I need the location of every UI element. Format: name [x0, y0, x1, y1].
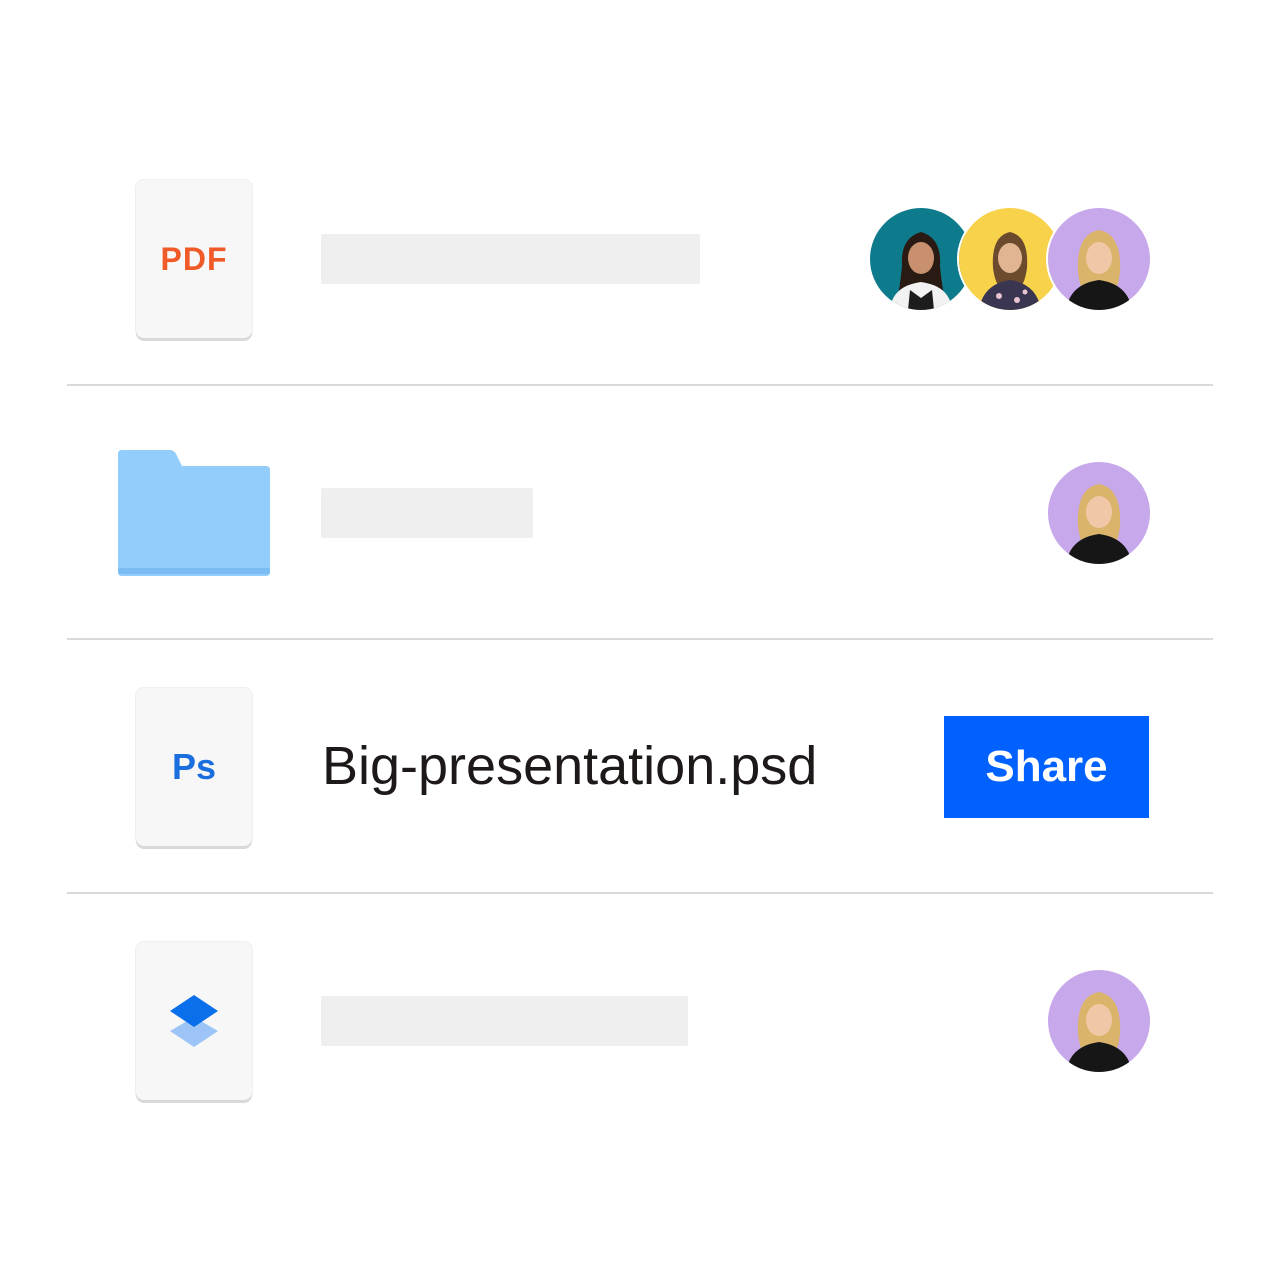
- avatar-lavender[interactable]: [1048, 970, 1150, 1072]
- file-row-layers[interactable]: [0, 894, 1280, 1148]
- avatar-lavender[interactable]: [1048, 462, 1150, 564]
- file-name[interactable]: Big-presentation.psd: [322, 736, 817, 796]
- avatar-yellow[interactable]: [959, 208, 1061, 310]
- layers-file-icon: [136, 942, 252, 1100]
- file-row-pdf[interactable]: PDF: [0, 132, 1280, 386]
- photoshop-file-label: Ps: [171, 746, 217, 787]
- avatar-lavender[interactable]: [1048, 208, 1150, 310]
- file-name-placeholder: [321, 234, 700, 284]
- photoshop-file-icon: Ps: [136, 688, 252, 846]
- pdf-file-icon: PDF: [136, 180, 252, 338]
- file-name-placeholder: [321, 996, 688, 1046]
- shared-avatars[interactable]: [1048, 970, 1150, 1072]
- file-row-folder[interactable]: [0, 386, 1280, 640]
- shared-avatars[interactable]: [1048, 462, 1150, 564]
- shared-avatars[interactable]: [870, 208, 1150, 310]
- layers-icon: [170, 995, 218, 1047]
- folder-icon: [118, 450, 270, 576]
- avatar-teal[interactable]: [870, 208, 972, 310]
- share-button[interactable]: Share: [944, 716, 1149, 818]
- pdf-file-label: PDF: [160, 240, 228, 277]
- folder-name-placeholder: [321, 488, 533, 538]
- file-row-psd[interactable]: Ps Big-presentation.psd Share: [0, 640, 1280, 894]
